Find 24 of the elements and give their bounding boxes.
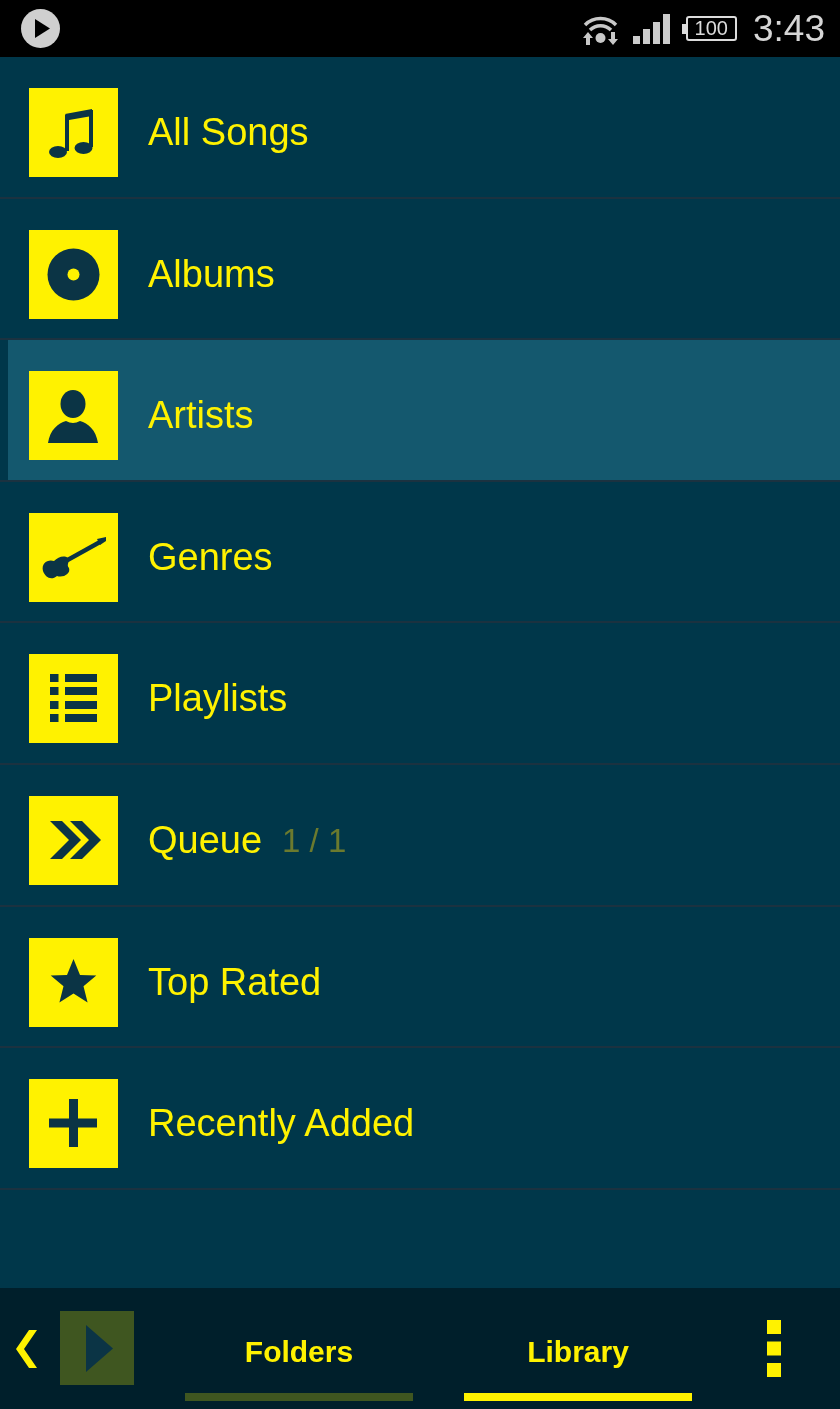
plus-icon (29, 1079, 118, 1169)
menu-item[interactable]: Queue 1 / 1 (0, 764, 840, 907)
menu-item[interactable]: Recently Added (0, 1048, 840, 1190)
tab[interactable]: Folders (185, 1311, 413, 1401)
menu-item[interactable]: Genres (0, 481, 840, 624)
battery-indicator: 100 (681, 16, 737, 41)
signal-bars-icon (632, 13, 670, 44)
double-chevron-icon (29, 795, 118, 885)
overflow-menu-icon[interactable] (767, 1320, 781, 1377)
play-icon (85, 1324, 113, 1372)
play-circle-icon (21, 9, 60, 48)
chevron-left-icon[interactable] (16, 1330, 37, 1368)
list-icon (29, 654, 118, 744)
guitar-icon (29, 512, 118, 602)
music-note-icon (29, 88, 118, 177)
clock-time: 3:43 (753, 8, 825, 49)
menu-item[interactable]: Playlists (0, 623, 840, 765)
queue-count: 1 / 1 (282, 820, 347, 861)
menu-item[interactable]: Top Rated (0, 906, 840, 1049)
tab[interactable]: Library (464, 1311, 692, 1401)
menu-item[interactable]: All Songs (0, 57, 840, 199)
menu-item[interactable]: Artists (0, 340, 840, 482)
person-icon (29, 371, 118, 461)
menu-item[interactable]: Albums (0, 198, 840, 341)
